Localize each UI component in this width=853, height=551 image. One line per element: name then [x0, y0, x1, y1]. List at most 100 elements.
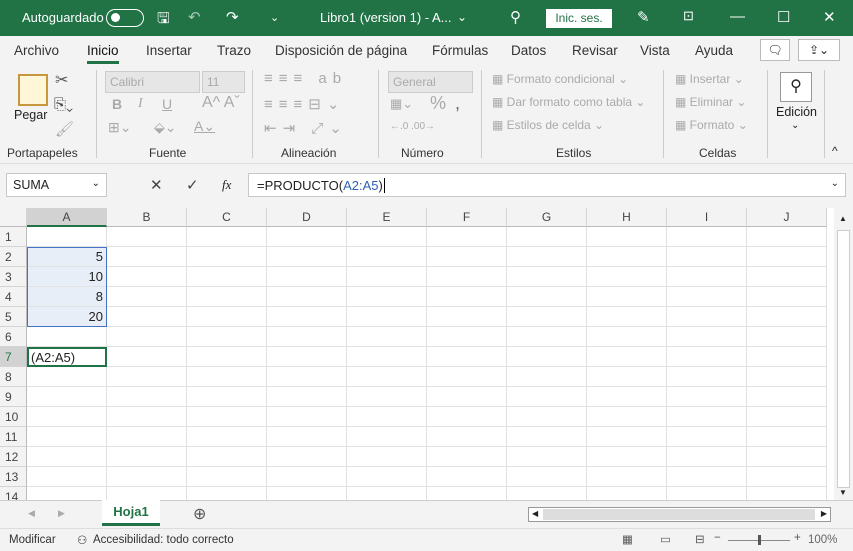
cell-F3[interactable]	[427, 267, 507, 287]
cell-E10[interactable]	[347, 407, 427, 427]
cell-C13[interactable]	[187, 467, 267, 487]
cell-H10[interactable]	[587, 407, 667, 427]
cell-D2[interactable]	[267, 247, 347, 267]
cell-J13[interactable]	[747, 467, 827, 487]
cell-E1[interactable]	[347, 227, 427, 247]
worksheet-grid[interactable]: A B C D E F G H I J 1 2 5 3 10 4 8 5 20 6 7 8 9 10 11 12 13 14 (A2:A…	[0, 208, 834, 500]
cell-J12[interactable]	[747, 447, 827, 467]
cell-B3[interactable]	[107, 267, 187, 287]
cell-F12[interactable]	[427, 447, 507, 467]
cell-J3[interactable]	[747, 267, 827, 287]
cell-B10[interactable]	[107, 407, 187, 427]
font-name-select[interactable]: Calibri	[105, 71, 200, 93]
search-icon[interactable]: ⚲	[510, 8, 521, 26]
cell-I13[interactable]	[667, 467, 747, 487]
sign-in-button[interactable]: Inic. ses.	[546, 9, 612, 28]
row-header[interactable]: 8	[0, 367, 27, 387]
borders-icon[interactable]: ⊞⌄	[108, 119, 131, 136]
format-painter-icon[interactable]: 🖌	[55, 120, 74, 138]
save-icon[interactable]: 🖫	[157, 8, 170, 33]
enter-icon[interactable]: ✓	[186, 176, 199, 194]
cell-B2[interactable]	[107, 247, 187, 267]
decimal-icons[interactable]: ←.0 .00→	[390, 121, 435, 132]
italic-button[interactable]: I	[138, 96, 143, 112]
cell-I12[interactable]	[667, 447, 747, 467]
add-sheet-icon[interactable]: ⊕	[193, 504, 206, 524]
column-header[interactable]: F	[427, 208, 507, 227]
cell-G10[interactable]	[507, 407, 587, 427]
cell-J5[interactable]	[747, 307, 827, 327]
cell-J14[interactable]	[747, 487, 827, 500]
cell-H4[interactable]	[587, 287, 667, 307]
cell-D14[interactable]	[267, 487, 347, 500]
cell-D5[interactable]	[267, 307, 347, 327]
column-header[interactable]: E	[347, 208, 427, 227]
pen-icon[interactable]: ✎	[637, 8, 650, 26]
find-icon[interactable]: ⚲	[780, 72, 812, 102]
zoom-level[interactable]: 100%	[808, 534, 837, 546]
cut-icon[interactable]: ✂	[55, 70, 68, 90]
cell-E11[interactable]	[347, 427, 427, 447]
cell-C1[interactable]	[187, 227, 267, 247]
cell-G7[interactable]	[507, 347, 587, 367]
tab-trazo[interactable]: Trazo	[217, 43, 251, 58]
zoom-slider[interactable]	[728, 535, 790, 545]
cell-D7[interactable]	[267, 347, 347, 367]
cell-C9[interactable]	[187, 387, 267, 407]
paste-icon[interactable]	[18, 74, 48, 106]
cell-B14[interactable]	[107, 487, 187, 500]
cell-H3[interactable]	[587, 267, 667, 287]
cell-C14[interactable]	[187, 487, 267, 500]
cell-F11[interactable]	[427, 427, 507, 447]
cell-C4[interactable]	[187, 287, 267, 307]
formula-input[interactable]: =PRODUCTO(A2:A5) ⌄	[248, 173, 846, 197]
cell-F7[interactable]	[427, 347, 507, 367]
column-header[interactable]: H	[587, 208, 667, 227]
bold-button[interactable]: B	[112, 96, 122, 112]
cell-I8[interactable]	[667, 367, 747, 387]
underline-button[interactable]: U	[162, 96, 172, 112]
cell-H1[interactable]	[587, 227, 667, 247]
cell-H5[interactable]	[587, 307, 667, 327]
format-cells-button[interactable]: ▦ Formato ⌄	[675, 118, 748, 132]
close-icon[interactable]: ✕	[823, 8, 836, 26]
column-header[interactable]: I	[667, 208, 747, 227]
cell-D11[interactable]	[267, 427, 347, 447]
font-color-icon[interactable]: A⌄	[194, 118, 215, 135]
cell-E12[interactable]	[347, 447, 427, 467]
cell-H14[interactable]	[587, 487, 667, 500]
cell-I2[interactable]	[667, 247, 747, 267]
tab-disposicion[interactable]: Disposición de página	[275, 43, 407, 58]
cell-styles-button[interactable]: ▦ Estilos de celda ⌄	[492, 118, 604, 132]
cell-E13[interactable]	[347, 467, 427, 487]
cell-H2[interactable]	[587, 247, 667, 267]
cell-A14[interactable]	[27, 487, 107, 500]
cell-B9[interactable]	[107, 387, 187, 407]
page-layout-icon[interactable]: ▭	[660, 532, 671, 546]
fill-color-icon[interactable]: ⬙⌄	[154, 119, 177, 136]
paste-button[interactable]: Pegar	[14, 108, 47, 122]
cell-G8[interactable]	[507, 367, 587, 387]
tab-datos[interactable]: Datos	[511, 43, 546, 58]
cell-G1[interactable]	[507, 227, 587, 247]
font-grow-icon[interactable]: A^ Aˇ	[202, 94, 240, 112]
cell-C8[interactable]	[187, 367, 267, 387]
column-header[interactable]: D	[267, 208, 347, 227]
ribbon-display-icon[interactable]: ⊡	[683, 8, 694, 24]
insert-function-button[interactable]: fx	[222, 177, 231, 193]
cell-C10[interactable]	[187, 407, 267, 427]
cell-I3[interactable]	[667, 267, 747, 287]
cell-F5[interactable]	[427, 307, 507, 327]
tab-revisar[interactable]: Revisar	[572, 43, 618, 58]
row-header[interactable]: 9	[0, 387, 27, 407]
autosave-toggle[interactable]	[106, 9, 144, 27]
cell-F13[interactable]	[427, 467, 507, 487]
cell-D10[interactable]	[267, 407, 347, 427]
cell-G4[interactable]	[507, 287, 587, 307]
cell-I11[interactable]	[667, 427, 747, 447]
cell-C3[interactable]	[187, 267, 267, 287]
row-header[interactable]: 4	[0, 287, 27, 307]
cell-E2[interactable]	[347, 247, 427, 267]
tab-vista[interactable]: Vista	[640, 43, 670, 58]
row-header[interactable]: 1	[0, 227, 27, 247]
